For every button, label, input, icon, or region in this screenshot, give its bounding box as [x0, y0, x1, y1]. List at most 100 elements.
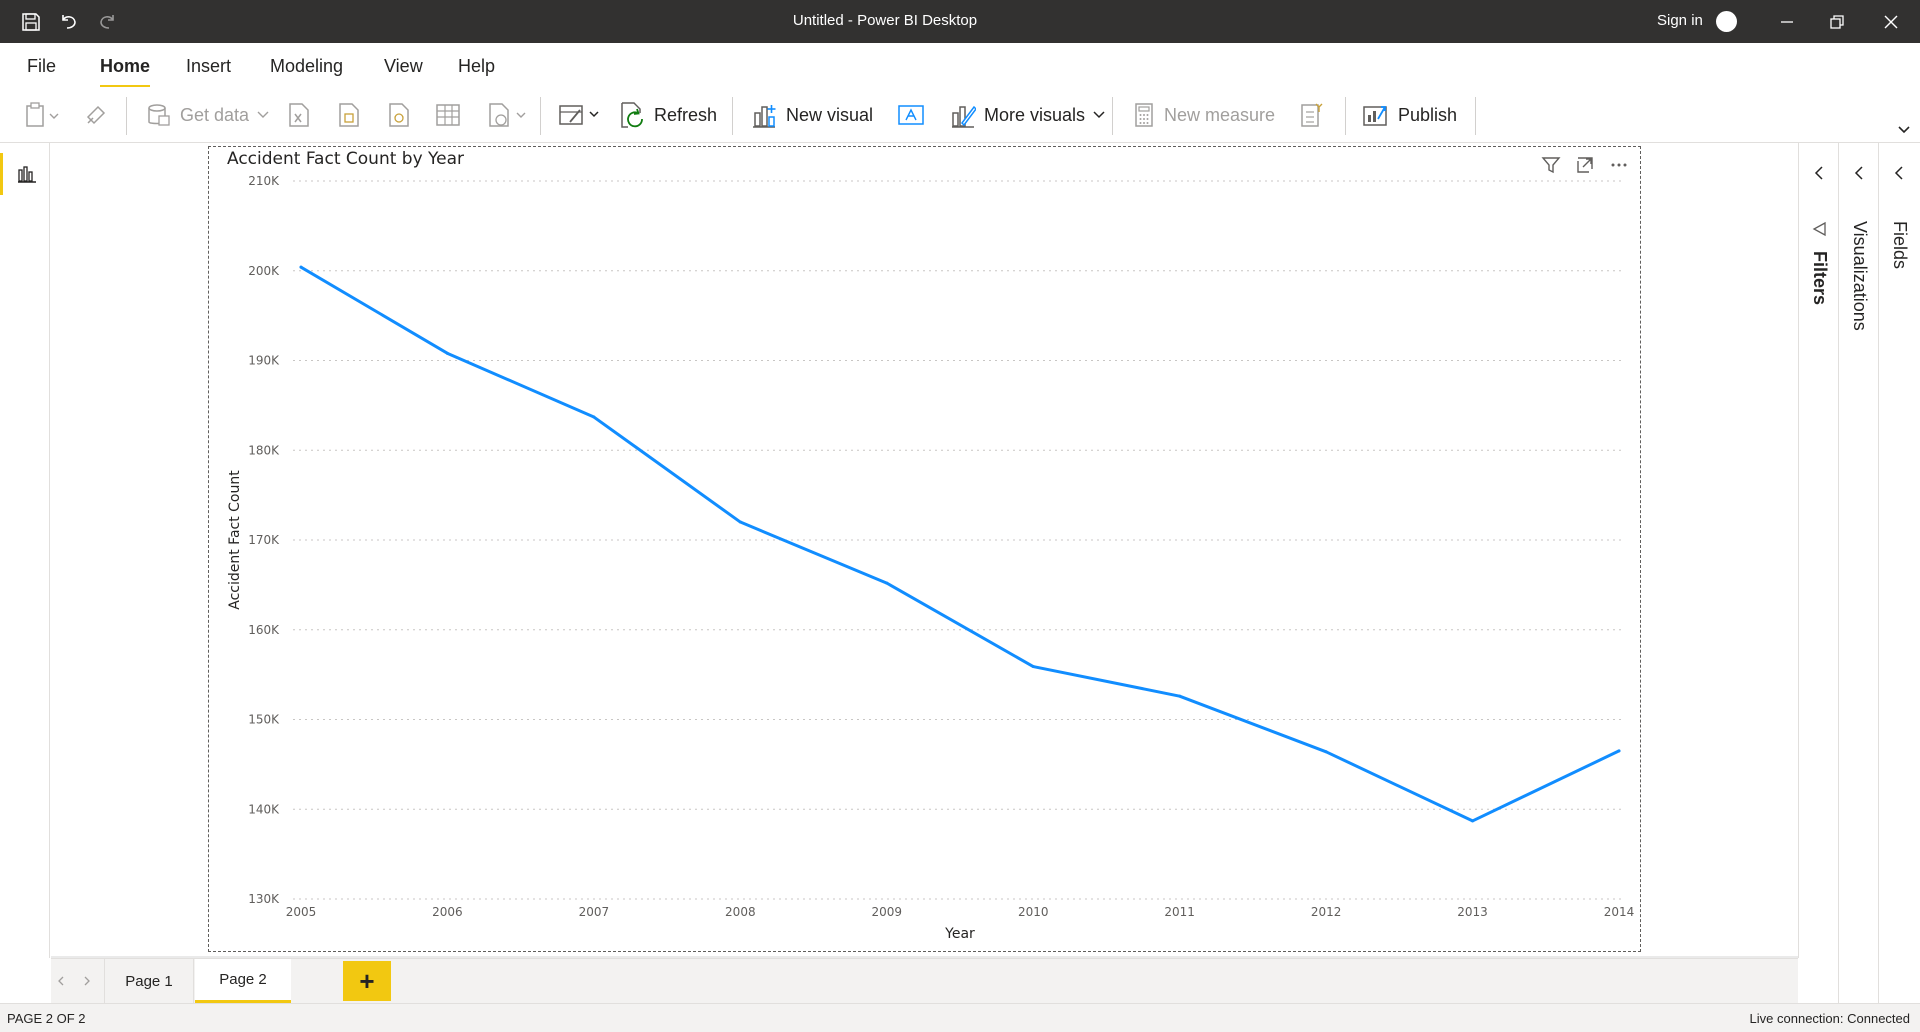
enter-data-button[interactable]: [435, 99, 461, 131]
new-visual-button[interactable]: New visual: [750, 99, 873, 131]
table-icon: [436, 104, 460, 126]
chevron-left-icon[interactable]: [55, 974, 67, 988]
new-measure-button[interactable]: New measure: [1132, 99, 1275, 131]
add-page-button[interactable]: +: [343, 961, 391, 1001]
ribbon-separator: [1112, 97, 1113, 135]
transform-data-button[interactable]: [558, 99, 604, 131]
ribbon-expand-icon[interactable]: [1896, 122, 1912, 138]
get-data-button[interactable]: Get data: [146, 99, 271, 131]
chevron-down-icon: [1093, 111, 1105, 119]
x-tick-label: 2010: [1018, 905, 1049, 919]
refresh-label: Refresh: [654, 104, 718, 125]
y-tick-label: 160K: [248, 623, 280, 637]
data-point: [299, 265, 303, 269]
series-line: [299, 265, 1621, 823]
dataset-button[interactable]: [337, 99, 361, 131]
tab-modeling[interactable]: Modeling: [270, 56, 343, 77]
tab-help[interactable]: Help: [458, 56, 495, 77]
publish-label: Publish: [1398, 104, 1458, 125]
quick-measure-button[interactable]: [1298, 99, 1324, 131]
tab-file[interactable]: File: [27, 56, 56, 77]
data-point: [1471, 819, 1475, 823]
more-visuals-icon: [952, 105, 976, 128]
x-tick-label: 2011: [1164, 905, 1195, 919]
y-tick-label: 150K: [248, 713, 280, 727]
x-axis-title: Year: [944, 926, 975, 942]
filter-icon: [1811, 221, 1827, 242]
format-painter-button[interactable]: [84, 99, 108, 131]
data-point: [592, 415, 596, 419]
chevron-right-icon[interactable]: [81, 974, 93, 988]
ribbon-separator: [540, 97, 541, 135]
publish-icon: [1363, 106, 1387, 126]
window-title: Untitled - Power BI Desktop: [792, 12, 978, 29]
chevron-left-icon[interactable]: [1847, 161, 1871, 185]
restore-icon[interactable]: [1814, 0, 1860, 43]
refresh-icon: [621, 102, 643, 128]
sign-in-link[interactable]: Sign in: [1657, 12, 1703, 29]
menu-bar: File Home Insert Modeling View Help: [0, 43, 1920, 88]
publish-button[interactable]: Publish: [1362, 99, 1457, 131]
page-tab-2[interactable]: Page 2: [195, 959, 291, 1003]
ribbon-separator: [732, 97, 733, 135]
connection-status: Live connection: Connected: [1749, 1011, 1910, 1026]
page-tab-1[interactable]: Page 1: [104, 959, 194, 1003]
y-tick-label: 180K: [248, 443, 280, 457]
data-point: [885, 581, 889, 585]
data-point: [1324, 750, 1328, 754]
more-visuals-label: More visuals: [984, 104, 1086, 125]
sql-server-button[interactable]: [387, 99, 411, 131]
tab-insert[interactable]: Insert: [186, 56, 231, 77]
y-tick-label: 210K: [248, 174, 280, 188]
ribbon-separator: [1475, 97, 1476, 135]
x-tick-label: 2007: [579, 905, 610, 919]
ribbon-separator: [1345, 97, 1346, 135]
view-rail: [0, 143, 50, 958]
status-bar: PAGE 2 OF 2 Live connection: Connected: [0, 1003, 1920, 1032]
visualizations-pane-label: Visualizations: [1850, 221, 1870, 331]
chevron-left-icon[interactable]: [1807, 161, 1831, 185]
transform-data-icon: [559, 105, 599, 125]
new-measure-label: New measure: [1164, 104, 1276, 125]
chevron-left-icon[interactable]: [1887, 161, 1911, 185]
tab-home[interactable]: Home: [100, 56, 151, 88]
minimize-icon[interactable]: [1764, 0, 1810, 43]
chevron-down-icon: [257, 111, 269, 118]
x-tick-label: 2008: [725, 905, 756, 919]
recent-sources-button[interactable]: [487, 99, 529, 131]
x-tick-label: 2005: [286, 905, 317, 919]
y-tick-label: 140K: [248, 802, 280, 816]
text-box-button[interactable]: [897, 99, 925, 131]
x-tick-label: 2012: [1311, 905, 1342, 919]
page-indicator: PAGE 2 OF 2: [7, 1011, 86, 1026]
x-tick-label: 2006: [432, 905, 463, 919]
text-box-icon: [898, 105, 924, 125]
close-icon[interactable]: [1868, 0, 1914, 43]
data-point: [1178, 694, 1182, 698]
format-painter-icon: [86, 105, 106, 125]
excel-icon: [289, 103, 309, 127]
avatar[interactable]: [1716, 11, 1737, 32]
y-tick-label: 200K: [248, 264, 280, 278]
new-visual-label: New visual: [786, 104, 874, 125]
tab-view[interactable]: View: [384, 56, 423, 77]
filters-pane[interactable]: Filters: [1798, 143, 1838, 958]
report-view-button[interactable]: [0, 153, 50, 195]
y-tick-label: 130K: [248, 892, 280, 906]
report-view-icon: [17, 166, 36, 183]
excel-button[interactable]: [287, 99, 311, 131]
quick-measure-icon: [1301, 103, 1323, 127]
more-visuals-button[interactable]: More visuals: [950, 99, 1107, 131]
dataset-icon: [339, 103, 359, 127]
title-bar: Untitled - Power BI Desktop Sign in: [0, 0, 1920, 43]
paste-button[interactable]: [24, 99, 62, 131]
line-chart-visual[interactable]: Accident Fact Count by Year 130K 140K 150K…: [208, 146, 1641, 952]
sql-icon: [389, 103, 409, 127]
y-tick-label: 170K: [248, 533, 280, 547]
refresh-button[interactable]: Refresh: [618, 99, 717, 131]
visualizations-pane[interactable]: Visualizations: [1838, 143, 1878, 1003]
page-tabs-bar: Page 1 Page 2 +: [51, 958, 1798, 1003]
ribbon: Get data Refresh New visual More visuals…: [0, 87, 1920, 143]
fields-pane[interactable]: Fields: [1878, 143, 1920, 1003]
data-point: [1617, 749, 1621, 753]
